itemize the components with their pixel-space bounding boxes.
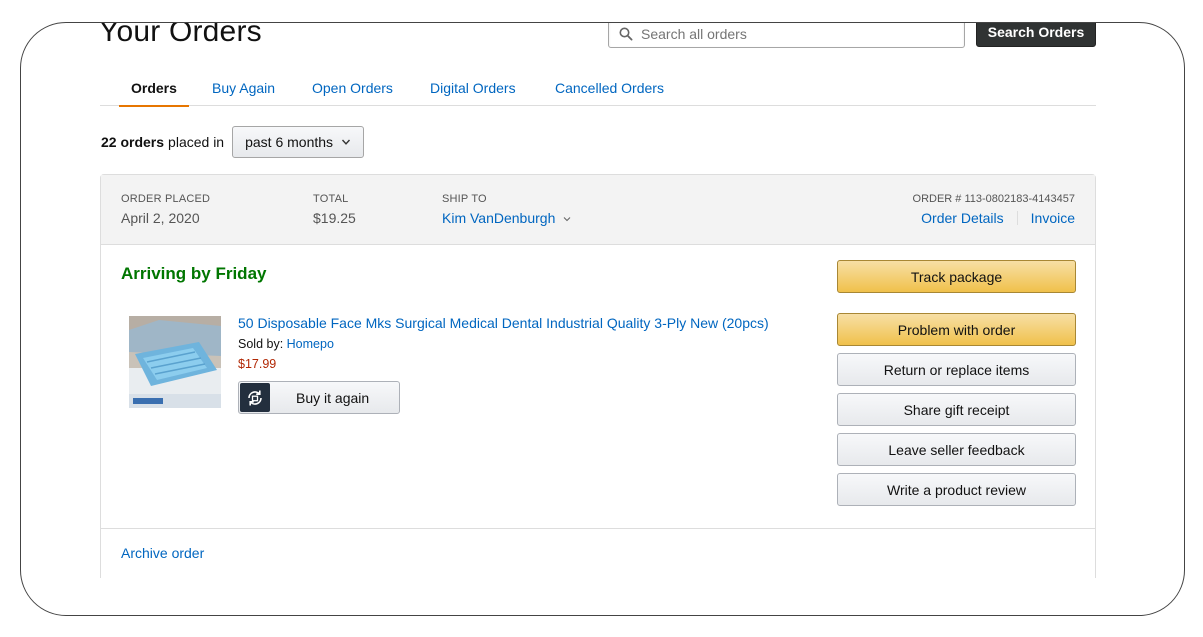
- search-icon: [619, 27, 633, 41]
- tab-buy-again[interactable]: Buy Again: [212, 80, 275, 106]
- product-title-link[interactable]: 50 Disposable Face Mks Surgical Medical …: [238, 315, 769, 331]
- problem-with-order-button[interactable]: Problem with order: [837, 313, 1076, 346]
- order-details-link[interactable]: Order Details: [921, 210, 1003, 226]
- reorder-icon: [240, 383, 270, 412]
- buy-it-again-label: Buy it again: [296, 389, 370, 406]
- tab-cancelled-orders[interactable]: Cancelled Orders: [555, 80, 664, 106]
- search-orders-button[interactable]: Search Orders: [976, 23, 1096, 47]
- tab-digital-orders[interactable]: Digital Orders: [430, 80, 516, 106]
- time-period-value: past 6 months: [245, 134, 334, 150]
- archive-order-link[interactable]: Archive order: [121, 545, 204, 561]
- item-price: $17.99: [238, 357, 277, 371]
- search-input[interactable]: [641, 26, 941, 42]
- track-package-button[interactable]: Track package: [837, 260, 1076, 293]
- order-placed-label: ORDER PLACED: [121, 193, 211, 205]
- archive-row: Archive order: [101, 528, 1095, 561]
- order-links: Order Details Invoice: [921, 210, 1075, 226]
- ship-to-recipient[interactable]: Kim VanDenburgh: [442, 210, 571, 226]
- search-box[interactable]: [608, 23, 965, 48]
- ship-to-label: SHIP TO: [442, 193, 487, 205]
- order-header: ORDER PLACED April 2, 2020 TOTAL $19.25 …: [101, 175, 1095, 245]
- chevron-down-icon: [342, 139, 351, 145]
- orders-page: Your Orders Search Orders Orders Buy Aga…: [21, 23, 1184, 578]
- tab-open-orders[interactable]: Open Orders: [312, 80, 393, 106]
- screenshot-frame: Your Orders Search Orders Orders Buy Aga…: [20, 22, 1185, 616]
- sold-by: Sold by: Homepo: [238, 337, 334, 351]
- total-label: TOTAL: [313, 193, 349, 205]
- order-number: ORDER # 113-0802183-4143457: [912, 193, 1075, 205]
- sold-by-label: Sold by:: [238, 337, 284, 351]
- page-title: Your Orders: [99, 23, 262, 48]
- chevron-down-icon: [563, 217, 571, 222]
- order-card: ORDER PLACED April 2, 2020 TOTAL $19.25 …: [100, 174, 1096, 578]
- face-mask-product-image[interactable]: [129, 316, 221, 408]
- leave-seller-feedback-button[interactable]: Leave seller feedback: [837, 433, 1076, 466]
- write-product-review-button[interactable]: Write a product review: [837, 473, 1076, 506]
- link-divider: [1016, 211, 1018, 225]
- ship-to-name[interactable]: Kim VanDenburgh: [442, 210, 555, 226]
- time-period-select[interactable]: past 6 months: [232, 126, 365, 158]
- buy-it-again-button[interactable]: Buy it again: [238, 381, 400, 414]
- tab-orders[interactable]: Orders: [119, 80, 189, 107]
- delivery-status: Arriving by Friday: [121, 264, 267, 283]
- seller-link[interactable]: Homepo: [287, 337, 334, 351]
- order-placed-date: April 2, 2020: [121, 210, 200, 226]
- order-tabs: Orders Buy Again Open Orders Digital Ord…: [100, 78, 1096, 107]
- return-or-replace-button[interactable]: Return or replace items: [837, 353, 1076, 386]
- total-value: $19.25: [313, 210, 356, 226]
- invoice-link[interactable]: Invoice: [1031, 210, 1075, 226]
- order-count: 22 orders: [101, 134, 165, 150]
- share-gift-receipt-button[interactable]: Share gift receipt: [837, 393, 1076, 426]
- order-filter: 22 orders placed in past 6 months: [101, 126, 365, 158]
- placed-in-label: placed in: [168, 134, 225, 150]
